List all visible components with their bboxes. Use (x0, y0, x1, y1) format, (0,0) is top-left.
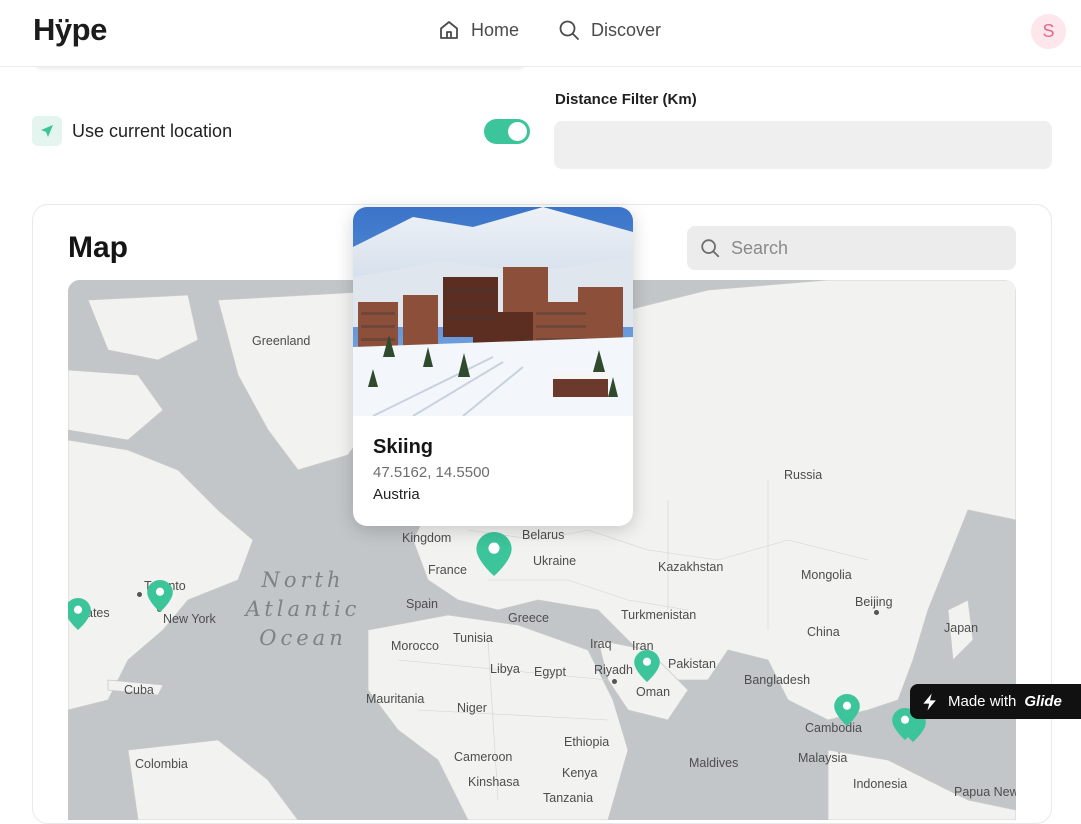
map-label: Indonesia (853, 777, 908, 791)
map-label: Tunisia (453, 631, 493, 645)
map-label: Morocco (391, 639, 439, 653)
location-pin-icon[interactable] (634, 650, 660, 682)
map-label: Bangladesh (744, 673, 811, 687)
map-label: France (428, 563, 467, 577)
distance-filter-label: Distance Filter (Km) (555, 91, 697, 108)
map-label: Ukraine (533, 554, 577, 568)
map-label: Maldives (689, 756, 739, 770)
map-label: Papua New (954, 785, 1016, 799)
place-popup[interactable]: Skiing 47.5162, 14.5500 Austria (353, 207, 633, 526)
map-label: Kazakhstan (658, 560, 724, 574)
map-label: Cuba (124, 683, 154, 697)
map-label: Tanzania (543, 791, 594, 805)
map-title: Map (68, 231, 128, 264)
map-label: Beijing (855, 595, 893, 609)
location-pin-icon[interactable] (476, 532, 512, 576)
map-label: Ethiopia (564, 735, 610, 749)
map-label: Greece (508, 611, 549, 625)
location-pin-icon[interactable] (147, 580, 173, 612)
made-with-glide-badge[interactable]: Made with Glide (910, 684, 1081, 719)
location-pin-icon[interactable] (68, 598, 91, 630)
map-label: Pakistan (668, 657, 716, 671)
map-label: Libya (490, 662, 520, 676)
map-search-input[interactable] (731, 237, 991, 259)
city-dot (137, 592, 142, 597)
home-icon (440, 21, 458, 39)
map-label: Kingdom (402, 531, 452, 545)
distance-filter-input[interactable] (554, 121, 1052, 169)
nav-discover-label: Discover (591, 19, 662, 40)
place-title: Skiing (373, 436, 434, 458)
use-location-label: Use current location (72, 121, 233, 141)
badge-prefix: Made with (948, 693, 1017, 710)
map-search-box[interactable] (687, 226, 1016, 270)
map-label: Mauritania (366, 692, 425, 706)
city-dot (874, 610, 879, 615)
use-location-toggle[interactable] (484, 119, 530, 144)
search-icon (701, 239, 720, 258)
map-label: China (807, 625, 840, 639)
map-label: Kinshasa (468, 775, 520, 789)
map-label: Turkmenistan (621, 608, 697, 622)
place-country: Austria (373, 486, 420, 503)
ocean-label-line: Ocean (259, 626, 347, 650)
place-photo (353, 207, 633, 416)
map-label: Cameroon (454, 750, 513, 764)
map-label: Mongolia (801, 568, 852, 582)
nav-discover[interactable]: Discover (557, 18, 661, 42)
map-label: Colombia (135, 757, 188, 771)
location-arrow-icon (32, 116, 62, 146)
city-dot (612, 679, 617, 684)
location-pin-icon[interactable] (834, 694, 860, 726)
map-label: Oman (636, 685, 671, 699)
app-header: Hÿpe Home Discover S (0, 0, 1081, 67)
map-label: Egypt (534, 665, 566, 679)
place-coordinates: 47.5162, 14.5500 (373, 464, 490, 481)
ocean-label: North Atlantic Ocean (243, 566, 363, 653)
map-label: Iraq (590, 637, 612, 651)
map-label: Riyadh (594, 663, 633, 677)
map-label: Russia (784, 468, 823, 482)
nav-home[interactable]: Home (437, 18, 519, 42)
toggle-knob (508, 122, 527, 141)
map-label: Greenland (252, 334, 311, 348)
map-label: Belarus (522, 528, 565, 542)
map-label: New York (163, 612, 216, 626)
user-avatar[interactable]: S (1031, 14, 1066, 49)
nav-home-label: Home (471, 19, 520, 40)
search-icon (559, 20, 579, 40)
badge-brand: Glide (1024, 693, 1062, 710)
app-logo[interactable]: Hÿpe (33, 12, 107, 48)
ocean-label-line: North (261, 568, 345, 592)
lightning-icon (923, 693, 936, 710)
ocean-label-line: Atlantic (245, 597, 361, 621)
map-label: Japan (944, 621, 979, 635)
map-label: Kenya (562, 766, 598, 780)
map-label: Malaysia (798, 751, 848, 765)
map-label: Niger (457, 701, 487, 715)
map-label: Spain (406, 597, 438, 611)
